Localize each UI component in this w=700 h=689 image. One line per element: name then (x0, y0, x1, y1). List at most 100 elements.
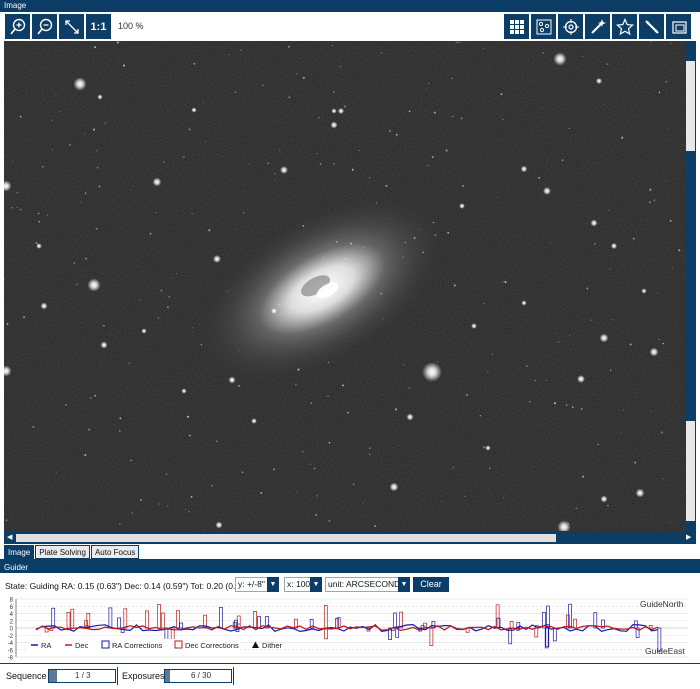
faint-star (130, 189, 132, 191)
faint-star (465, 393, 468, 397)
crosshair-button[interactable] (558, 14, 583, 39)
faint-star (95, 227, 98, 230)
faint-star (665, 180, 667, 182)
y-tick-label: -2 (8, 634, 14, 640)
faint-star (569, 334, 571, 336)
faint-star (491, 353, 493, 355)
unit-select[interactable]: unit: ARCSECONDS ▼ (325, 577, 410, 592)
scroll-left-icon[interactable]: ◀ (7, 533, 12, 541)
one-to-one-button[interactable]: 1:1 (86, 14, 111, 39)
faint-star (84, 454, 87, 457)
star (595, 77, 603, 85)
faint-star (437, 361, 439, 363)
faint-star (662, 342, 664, 345)
correction-bar (157, 604, 161, 629)
tab-plate-solving[interactable]: Plate Solving (35, 545, 90, 559)
faint-star (339, 65, 341, 68)
faint-star (582, 55, 584, 57)
faint-star (139, 298, 141, 301)
star (330, 121, 338, 129)
faint-star (204, 141, 206, 143)
y-scale-select[interactable]: y: +/-8" ▼ (235, 577, 279, 592)
star (641, 288, 647, 294)
detect-stars-button[interactable] (612, 14, 637, 39)
faint-star (80, 201, 82, 203)
faint-star (489, 467, 491, 469)
faint-star (650, 411, 652, 412)
faint-star (158, 503, 160, 505)
star (87, 278, 101, 292)
faint-star (234, 91, 237, 94)
faint-star (248, 163, 250, 165)
vertical-scroll-thumb-lower[interactable] (686, 421, 695, 521)
scroll-right-icon[interactable]: ▶ (686, 533, 691, 541)
faint-star (322, 256, 325, 258)
bahtinov-button[interactable] (639, 14, 664, 39)
faint-star (597, 443, 599, 446)
faint-star (656, 292, 658, 294)
faint-star (130, 459, 132, 462)
horizontal-scroll-thumb[interactable] (16, 534, 556, 542)
faint-star (608, 209, 610, 211)
faint-star (149, 232, 152, 235)
faint-star (483, 303, 485, 305)
exposures-progress-fill (165, 670, 170, 682)
star-detection-button[interactable] (531, 14, 556, 39)
zoom-level-text: 100 % (118, 21, 144, 31)
correction-bar (496, 617, 501, 629)
correction-bar (509, 621, 514, 629)
status-divider (117, 667, 118, 685)
tab-auto-focus[interactable]: Auto Focus (90, 545, 140, 559)
x-scale-select[interactable]: x: 100 ▼ (284, 577, 322, 592)
correction-bar (117, 617, 121, 629)
faint-star (671, 266, 673, 268)
image-viewer[interactable] (4, 41, 685, 531)
faint-star (483, 446, 486, 449)
tab-image[interactable]: Image (4, 545, 35, 559)
clear-button[interactable]: Clear (413, 577, 449, 592)
faint-star (538, 176, 541, 179)
faint-star (575, 507, 577, 510)
zoom-out-button[interactable] (32, 14, 57, 39)
faint-star (487, 370, 489, 372)
star (331, 108, 337, 114)
faint-star (375, 202, 378, 204)
zoom-in-button[interactable] (5, 14, 30, 39)
faint-star (274, 179, 276, 181)
y-tick-label: 6 (10, 605, 14, 611)
faint-star (103, 325, 105, 327)
auto-stretch-button[interactable] (585, 14, 610, 39)
fit-to-screen-button[interactable] (59, 14, 84, 39)
faint-star (85, 257, 88, 260)
faint-star (327, 395, 329, 397)
image-horizontal-scrollbar[interactable]: ◀ ▶ (4, 531, 696, 544)
guide-legend: RA Dec RA Corrections Dec Corrections Di… (28, 639, 283, 651)
faint-star (140, 499, 142, 502)
faint-star (176, 272, 178, 274)
image-vertical-scrollbar[interactable] (685, 41, 696, 531)
faint-star (297, 368, 300, 371)
exposures-progress: 6 / 30 (164, 669, 232, 683)
faint-star (408, 110, 411, 113)
legend-dec: Dec (75, 641, 89, 650)
star (590, 219, 598, 227)
y-scale-value: y: +/-8" (238, 579, 265, 589)
faint-star (295, 491, 298, 493)
faint-star (238, 385, 240, 387)
vertical-scroll-thumb[interactable] (686, 61, 695, 151)
faint-star (274, 172, 276, 175)
faint-star (352, 483, 355, 486)
faint-star (402, 256, 404, 258)
grid-overlay-button[interactable] (504, 14, 529, 39)
faint-star (462, 185, 464, 187)
fullscreen-button[interactable] (666, 14, 691, 39)
correction-bar (70, 608, 75, 629)
faint-star (582, 475, 585, 478)
faint-star (19, 115, 22, 118)
faint-star (590, 319, 592, 321)
faint-star (226, 290, 228, 292)
faint-star (368, 447, 371, 450)
faint-star (662, 478, 664, 480)
y-tick-label: -8 (8, 656, 14, 662)
star-icon (615, 17, 634, 35)
